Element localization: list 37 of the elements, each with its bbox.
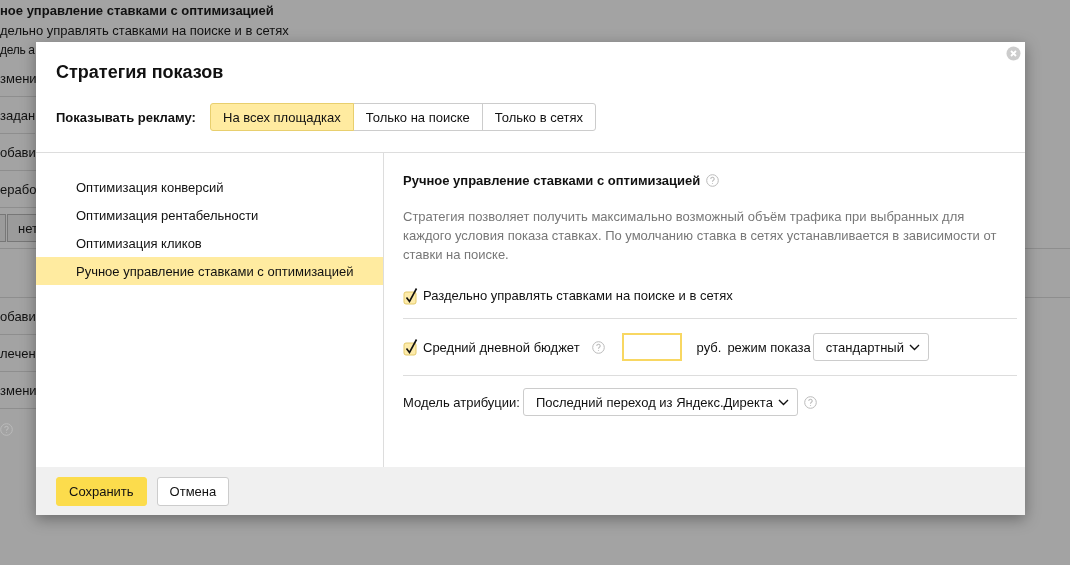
attribution-label: Модель атрибуции: <box>403 394 520 410</box>
help-icon[interactable] <box>591 340 605 354</box>
placement-tab[interactable]: Только на поиске <box>352 103 483 131</box>
row-label: обави <box>0 298 36 335</box>
strategy-description: Стратегия позволяет получить максимально возможный объём трафика при выбранных для каждого условия показа ставках. По умолчанию ставка в сетях устанавливается в зависимости от ставки на поиске. <box>403 208 998 264</box>
show-ads-label: Показывать рекламу: <box>56 109 197 125</box>
mode-select[interactable]: стандартный <box>812 333 929 361</box>
cancel-button[interactable]: Отмена <box>156 476 230 506</box>
row-label: дельно управлять ставками на поиске и в сетях <box>0 21 289 40</box>
row-label: дель а <box>0 42 35 59</box>
help-icon[interactable] <box>803 395 817 409</box>
checkbox[interactable] <box>403 288 419 305</box>
strategy-item[interactable]: Оптимизация рентабельности <box>36 201 383 229</box>
placement-tab[interactable]: Только в сетях <box>481 103 596 131</box>
toggle-button[interactable]: нет <box>7 214 36 242</box>
checkbox-label: Средний дневной бюджет <box>423 339 580 355</box>
budget-field[interactable] <box>621 333 682 361</box>
currency-label: руб. <box>696 339 722 355</box>
strategy-title: Ручное управление ставками с оптимизацией <box>403 172 701 188</box>
help-icon[interactable] <box>706 173 720 187</box>
placement-tab[interactable]: На всех площадках <box>210 103 354 131</box>
strategy-item[interactable]: Ручное управление ставками с оптимизацией <box>36 257 383 285</box>
checkbox-label: Раздельно управлять ставками на поиске и в сетях <box>423 288 733 303</box>
strategy-item[interactable]: Оптимизация конверсий <box>36 173 383 201</box>
save-button[interactable]: Сохранить <box>56 476 147 506</box>
checkbox[interactable] <box>403 338 419 356</box>
attribution-select[interactable]: Последний переход из Яндекс.Директа <box>522 388 798 416</box>
dialog-title: Стратегия показов <box>56 62 225 84</box>
row-label: обави <box>0 134 36 171</box>
row-label: лечен <box>0 335 36 372</box>
caret-icon <box>777 398 789 406</box>
mode-label: режим показа <box>727 339 811 355</box>
row-label: задан <box>0 97 36 134</box>
strategy-item[interactable]: Оптимизация кликов <box>36 229 383 257</box>
close-icon[interactable] <box>1006 46 1021 61</box>
section-heading: ное управление ставками с оптимизацией <box>0 1 274 20</box>
caret-icon <box>908 343 920 351</box>
